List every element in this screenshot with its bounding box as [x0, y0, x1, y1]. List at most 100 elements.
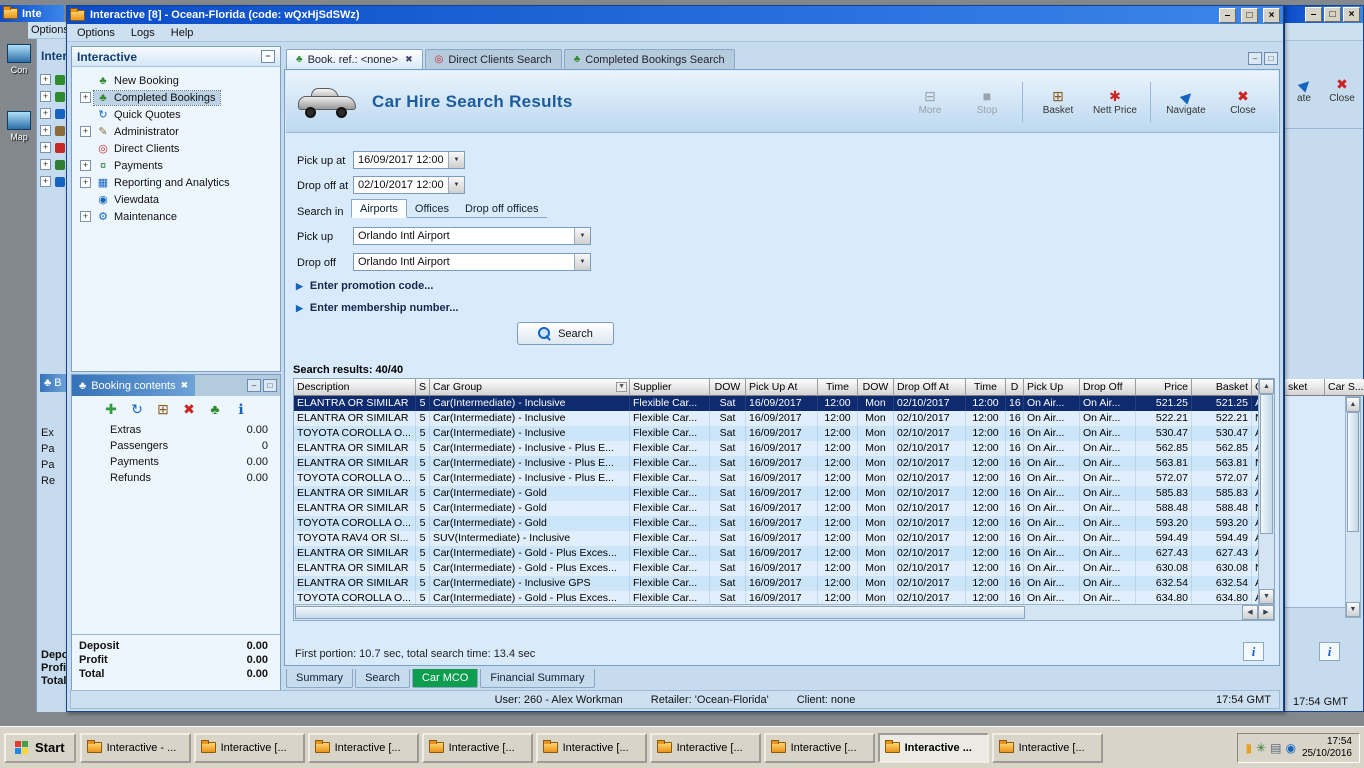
tab-close-icon[interactable]: ✖	[405, 54, 413, 65]
bottom-tab-financial-summary[interactable]: Financial Summary	[480, 669, 595, 688]
table-row[interactable]: ELANTRA OR SIMILAR 5 Car(Intermediate) - I…	[294, 411, 1258, 426]
table-row[interactable]: ELANTRA OR SIMILAR 5 Car(Intermediate) - I…	[294, 456, 1258, 471]
search-in-tab-offices[interactable]: Offices	[406, 200, 457, 218]
column-header[interactable]: S	[416, 379, 430, 396]
column-header[interactable]: D	[1006, 379, 1024, 396]
printer-tray-icon[interactable]: ▤	[1270, 741, 1281, 755]
table-row[interactable]: TOYOTA COROLLA O... 5 Car(Intermediate) - …	[294, 591, 1258, 604]
filter-icon[interactable]: ▼	[616, 382, 627, 392]
maximize-button[interactable]: □	[1324, 7, 1341, 22]
desktop-icon[interactable]: Con	[2, 44, 36, 75]
column-header[interactable]: sket	[1285, 379, 1325, 396]
table-row[interactable]: ELANTRA OR SIMILAR 5 Car(Intermediate) - G…	[294, 501, 1258, 516]
vertical-scrollbar[interactable]: ▲ ▼	[1345, 396, 1361, 618]
network-tray-icon[interactable]: ✳	[1256, 741, 1266, 755]
delete-icon[interactable]: ✖	[181, 401, 198, 418]
scroll-up-icon[interactable]: ▲	[1259, 379, 1274, 394]
info-button[interactable]: i	[1319, 642, 1340, 661]
dropdown-icon[interactable]: ▼	[574, 254, 590, 270]
scrollbar-track[interactable]	[1026, 605, 1242, 620]
dropoff-at-select[interactable]: 02/10/2017 12:00 ▼	[353, 176, 465, 194]
menu-item-options[interactable]: Options	[77, 27, 115, 39]
taskbar-button[interactable]: Interactive [...	[421, 732, 533, 763]
taskbar-button[interactable]: Interactive - ...	[79, 732, 191, 763]
horizontal-scrollbar[interactable]: ◀ ▶	[294, 604, 1274, 620]
table-row[interactable]: TOYOTA COROLLA O... 5 Car(Intermediate) - …	[294, 471, 1258, 486]
column-header[interactable]: Basket	[1192, 379, 1252, 396]
main-tab[interactable]: ◎ Direct Clients Search	[424, 49, 562, 69]
taskbar-button[interactable]: Interactive [...	[991, 732, 1103, 763]
scroll-left-icon[interactable]: ◀	[1242, 605, 1258, 620]
palm-icon[interactable]: ♣	[207, 401, 224, 417]
maximize-icon[interactable]: □	[263, 379, 277, 392]
table-row[interactable]: ELANTRA OR SIMILAR 5 Car(Intermediate) - G…	[294, 561, 1258, 576]
bottom-tab-summary[interactable]: Summary	[286, 669, 354, 688]
maximize-button[interactable]: □	[1241, 7, 1258, 23]
add-icon[interactable]: ✚	[103, 401, 120, 418]
column-header[interactable]: Car Group ▼	[430, 379, 630, 396]
search-button[interactable]: Search	[517, 322, 614, 345]
booking-contents-tab[interactable]: ♣ Booking contents ✖	[72, 375, 196, 396]
column-header[interactable]: DOW	[710, 379, 746, 396]
vertical-scrollbar[interactable]: ▲ ▼	[1258, 379, 1274, 604]
sidebar-item[interactable]: + ♣ Completed Bookings	[72, 89, 280, 106]
desktop-icon[interactable]: Map	[2, 111, 36, 142]
expand-icon[interactable]: +	[80, 126, 91, 137]
titlebar[interactable]: Interactive [8] - Ocean-Florida (code: w…	[67, 6, 1283, 24]
scrollbar-thumb[interactable]	[1260, 394, 1273, 534]
menu-item-options[interactable]: Options	[31, 24, 66, 36]
bg-window-titlebar[interactable]: Inte	[0, 5, 64, 22]
membership-number-link[interactable]: ▶ Enter membership number...	[296, 302, 458, 314]
ate-button[interactable]: ▶ ate	[1287, 75, 1321, 104]
scroll-up-icon[interactable]: ▲	[1346, 397, 1360, 412]
column-header[interactable]: Drop Off At	[894, 379, 966, 396]
search-in-tab-airports[interactable]: Airports	[351, 199, 407, 218]
column-header[interactable]: Pick Up At	[746, 379, 818, 396]
column-header[interactable]: Supplier	[630, 379, 710, 396]
sidebar-item[interactable]: + ¤ Payments	[72, 157, 280, 174]
pickup-at-select[interactable]: 16/09/2017 12:00 ▼	[353, 151, 465, 169]
collapse-icon[interactable]: −	[261, 50, 275, 63]
column-header[interactable]: DOW	[858, 379, 894, 396]
maximize-icon[interactable]: □	[1264, 52, 1278, 65]
refresh-icon[interactable]: ↻	[129, 401, 146, 418]
scrollbar-thumb[interactable]	[295, 606, 1025, 619]
sidebar-item[interactable]: ↻ Quick Quotes	[72, 106, 280, 123]
volume-tray-icon[interactable]: ◉	[1285, 741, 1295, 755]
close-button[interactable]: ✖ Close	[1325, 76, 1359, 104]
column-header[interactable]: Time	[818, 379, 858, 396]
menu-item-logs[interactable]: Logs	[131, 27, 155, 39]
column-header[interactable]: Price	[1136, 379, 1192, 396]
table-row[interactable]: ELANTRA OR SIMILAR 5 Car(Intermediate) - G…	[294, 486, 1258, 501]
taskbar-button[interactable]: Interactive [...	[535, 732, 647, 763]
column-header[interactable]: Car S...	[1325, 379, 1364, 396]
table-row[interactable]: TOYOTA COROLLA O... 5 Car(Intermediate) - …	[294, 516, 1258, 531]
taskbar-button[interactable]: Interactive [...	[307, 732, 419, 763]
scroll-down-icon[interactable]: ▼	[1259, 589, 1274, 604]
column-header[interactable]: Ca...	[1252, 379, 1258, 396]
taskbar-button[interactable]: Interactive [...	[193, 732, 305, 763]
taskbar-button[interactable]: Interactive [...	[763, 732, 875, 763]
info-button[interactable]: i	[1243, 642, 1264, 661]
sidebar-item[interactable]: ♣ New Booking	[72, 72, 280, 89]
minimize-icon[interactable]: –	[1248, 52, 1262, 65]
column-header[interactable]: Description	[294, 379, 416, 396]
table-row[interactable]: ELANTRA OR SIMILAR 5 Car(Intermediate) - I…	[294, 396, 1258, 411]
close-button[interactable]: ×	[1263, 7, 1280, 23]
sidebar-item[interactable]: ◎ Direct Clients	[72, 140, 280, 157]
bg-right-titlebar[interactable]: – □ ×	[1285, 6, 1363, 23]
expand-icon[interactable]: +	[80, 211, 91, 222]
main-tab[interactable]: ♣ Completed Bookings Search	[563, 49, 735, 69]
close-tab-icon[interactable]: ✖	[181, 380, 189, 391]
column-header[interactable]: Time	[966, 379, 1006, 396]
sidebar-item[interactable]: ◉ Viewdata	[72, 191, 280, 208]
table-row[interactable]: ELANTRA OR SIMILAR 5 Car(Intermediate) - I…	[294, 441, 1258, 456]
dropdown-icon[interactable]: ▼	[448, 152, 464, 168]
expand-icon[interactable]: +	[80, 92, 91, 103]
info-icon[interactable]: ℹ	[233, 401, 250, 418]
table-row[interactable]: ELANTRA OR SIMILAR 5 Car(Intermediate) - I…	[294, 576, 1258, 591]
scrollbar-track[interactable]	[1259, 534, 1274, 589]
column-header[interactable]: Drop Off	[1080, 379, 1136, 396]
bg-booking-tab[interactable]: ♣ B	[40, 374, 66, 392]
scrollbar-track[interactable]	[1346, 532, 1360, 602]
